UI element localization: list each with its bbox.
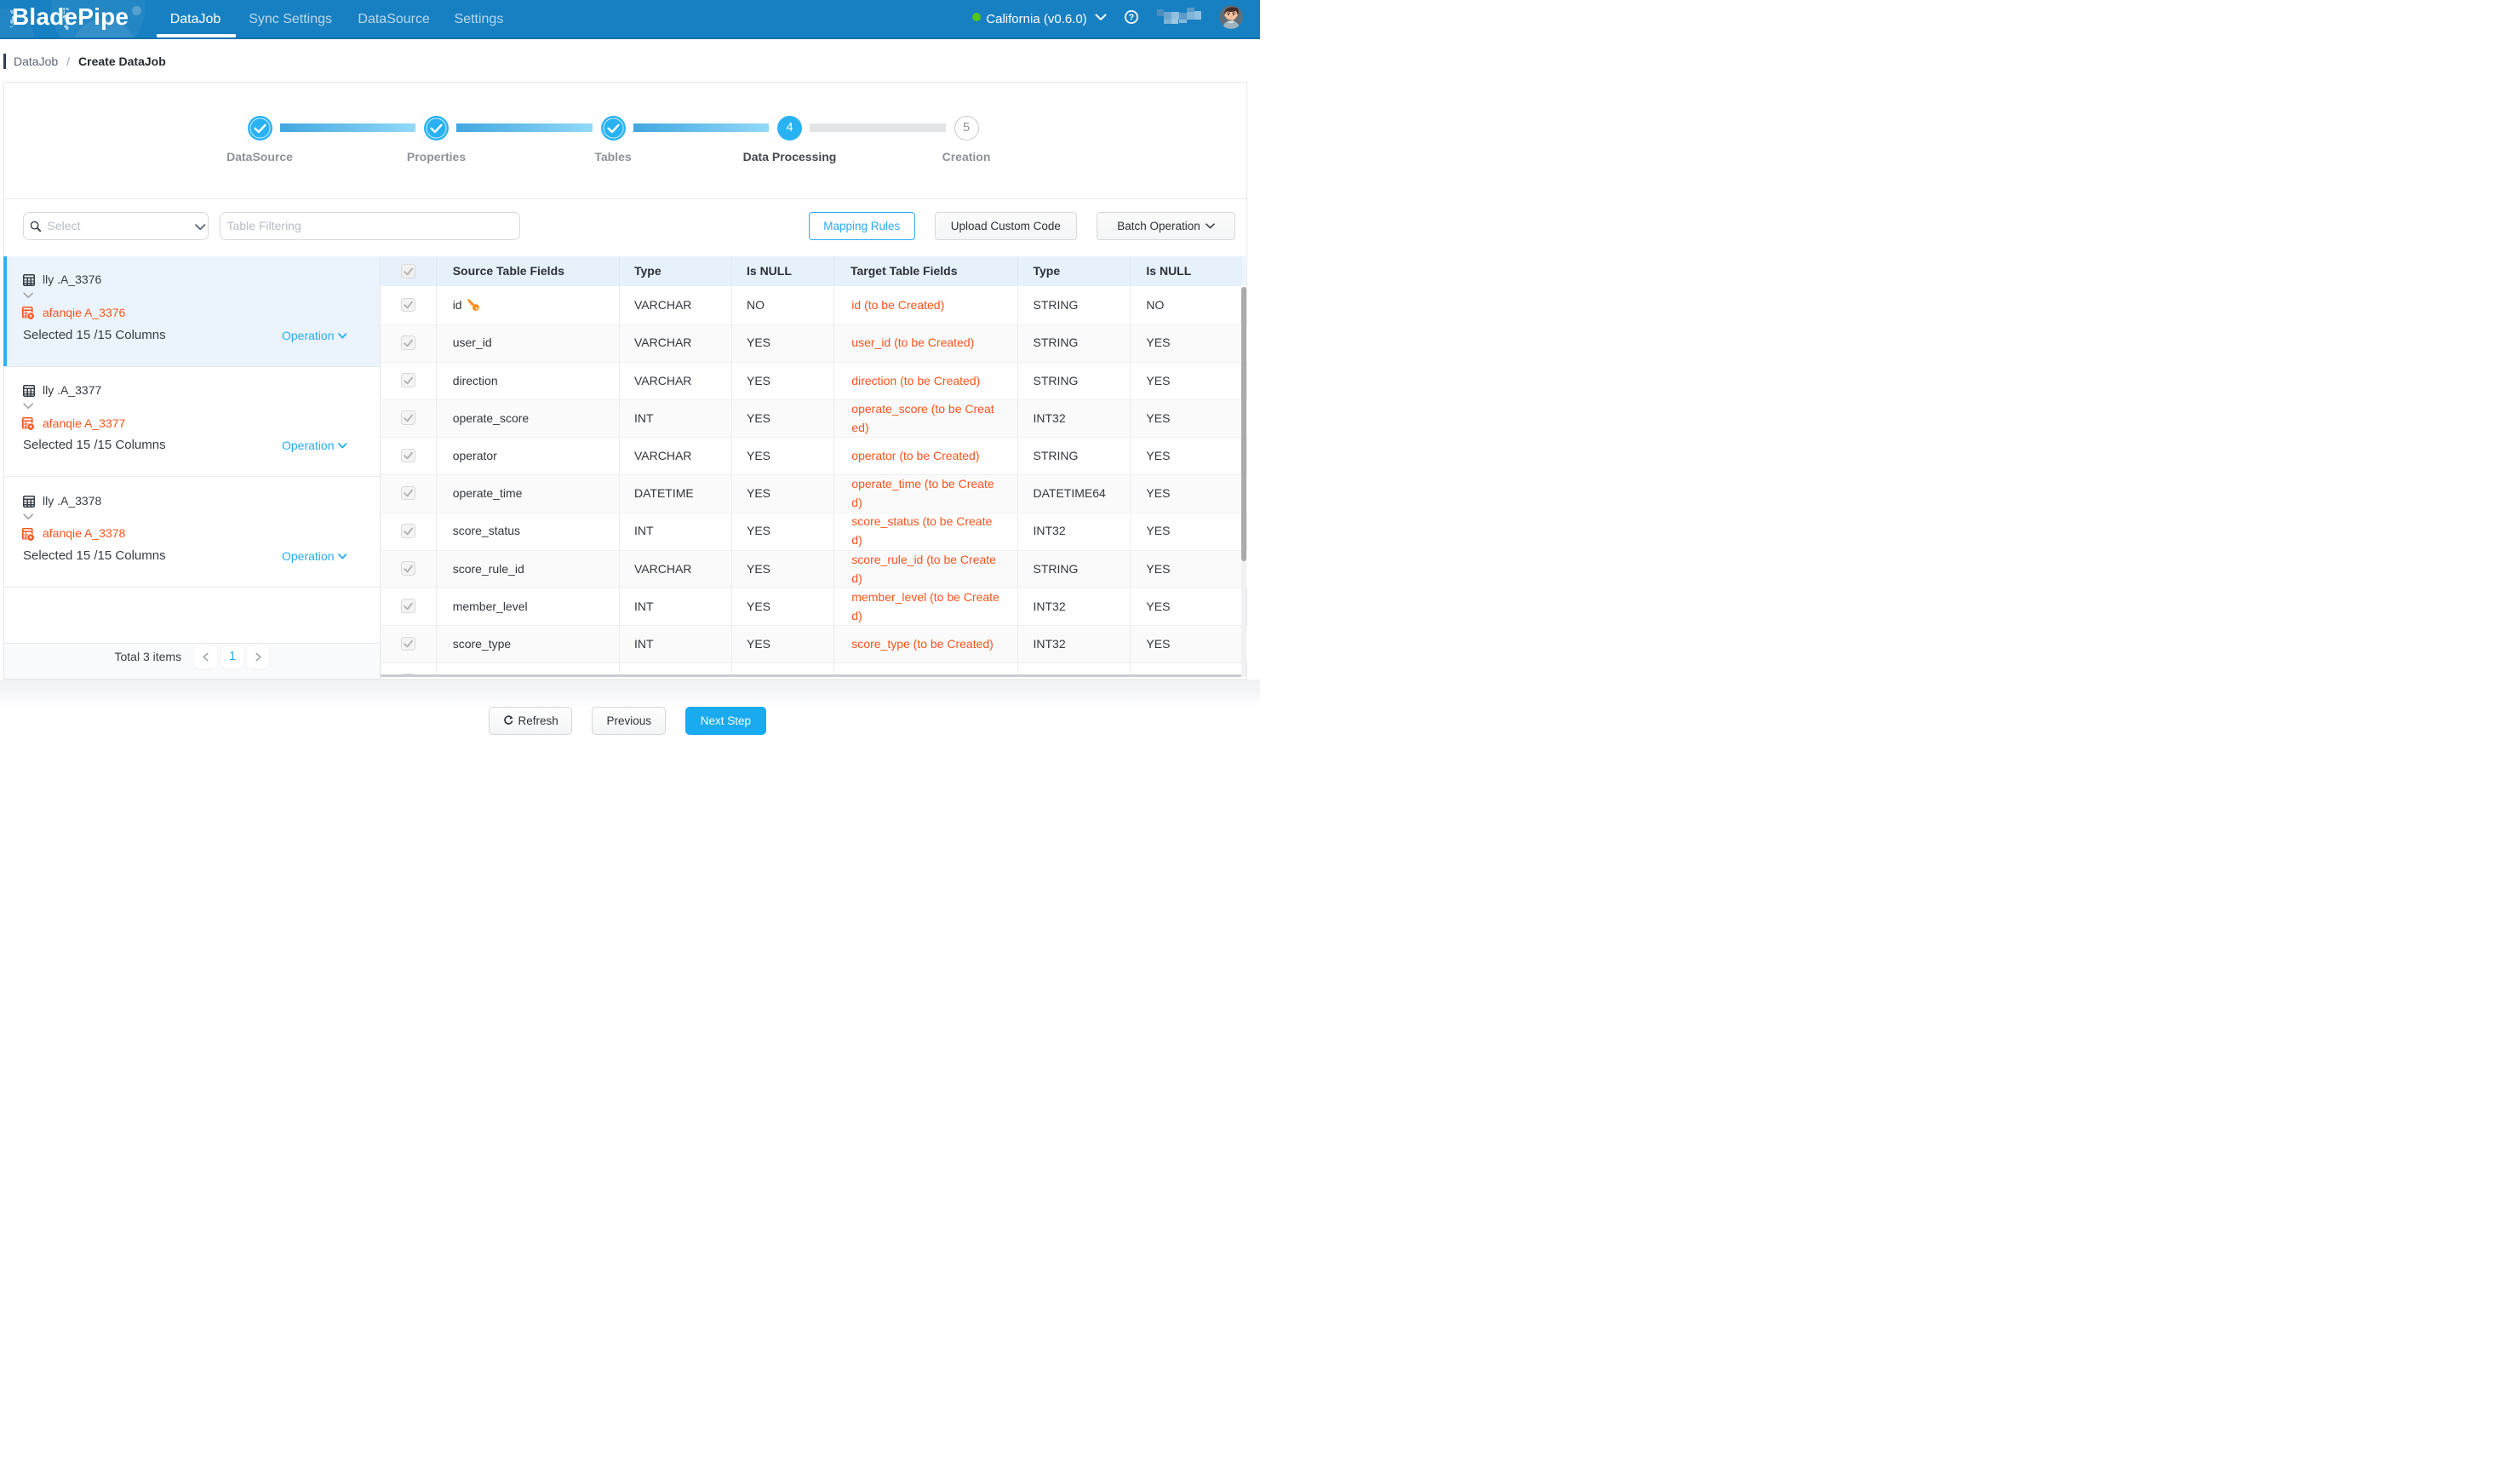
svg-text:?: ? [1128, 12, 1133, 22]
